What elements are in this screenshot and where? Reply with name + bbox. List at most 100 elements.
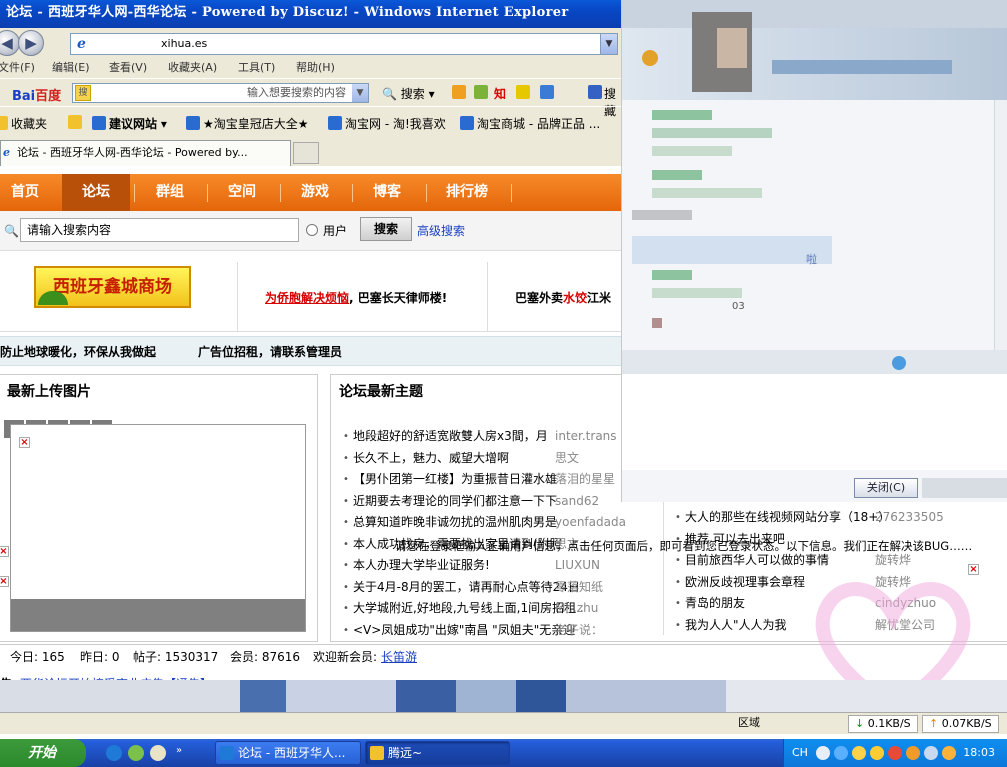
dumpling-ad[interactable]: 巴塞外卖水饺江米 (515, 289, 611, 306)
nav-space[interactable]: 空间 (228, 174, 256, 211)
list-item[interactable]: 关于4月-8月的罢工，请再耐心点等待24日零落知纸 (343, 577, 633, 599)
taskbar-ie-window[interactable]: 论坛 - 西班牙华人... (215, 741, 361, 765)
toolbar-shield-icon[interactable] (540, 85, 554, 99)
list-item[interactable]: 长久不上，魅力、威望大增啊思文 (343, 448, 633, 470)
popup-close-button[interactable]: 关闭(C) (854, 478, 918, 498)
favorites-item-taobao-crown[interactable]: ★淘宝皇冠店大全★ (186, 115, 309, 132)
nav-groups[interactable]: 群组 (156, 174, 184, 211)
baidu-search-placeholder: 输入想要搜索的内容 (247, 86, 346, 99)
toolbar-image-icon[interactable] (474, 85, 488, 99)
desktop-quicklaunch-icon[interactable] (150, 745, 166, 761)
toolbar-know-icon[interactable]: 知 (494, 85, 506, 102)
baidu-search-input[interactable]: 搜 输入想要搜索的内容 ▼ (72, 83, 369, 103)
taskbar-qq-window[interactable]: 腾远~ (365, 741, 510, 765)
pixelated-area (0, 680, 1007, 714)
latest-threads-title: 论坛最新主题 (339, 384, 423, 400)
tray-alert-icon[interactable] (942, 746, 956, 760)
baidu-logo[interactable]: Bai百度 (12, 85, 61, 104)
tray-qq-icon[interactable] (852, 746, 866, 760)
notice-left[interactable]: 防止地球暖化，环保从我做起 (0, 337, 156, 367)
media-quicklaunch-icon[interactable] (128, 745, 144, 761)
stats-newmember-label: 欢迎新会员: (313, 650, 378, 664)
taskbar: 开始 » 论坛 - 西班牙华人... 腾远~ CH 18:03 (0, 739, 1007, 767)
forward-button[interactable]: ▶ (18, 30, 44, 56)
ie-page-icon (460, 116, 474, 130)
baidu-search-type-icon[interactable]: 搜 (75, 85, 91, 101)
favorites-item-tmall[interactable]: 淘宝商城 - 品牌正品 ... (460, 115, 600, 132)
nav-blog[interactable]: 博客 (373, 174, 401, 211)
baidu-search-button[interactable]: 🔍 搜索 ▾ (382, 85, 435, 102)
tray-app-icon[interactable] (906, 746, 920, 760)
list-item[interactable]: 大学城附近,好地段,九号线上面,1间房招租..Mr..zhu (343, 598, 633, 620)
baidu-toolbar: Bai百度 搜 输入想要搜索的内容 ▼ 🔍 搜索 ▾ 知 搜藏 (0, 78, 625, 118)
latest-photos-title: 最新上传图片 (7, 384, 91, 400)
qq-avatar-icon (642, 50, 658, 66)
popup-scrollbar[interactable] (994, 100, 1007, 350)
nav-games[interactable]: 游戏 (301, 174, 329, 211)
ie-quicklaunch-icon[interactable] (106, 745, 122, 761)
menu-tools[interactable]: 工具(T) (238, 58, 275, 78)
favorites-add-icon[interactable] (68, 115, 85, 130)
tray-back-icon[interactable] (834, 746, 848, 760)
list-item[interactable]: 总算知道昨晚非诚勿扰的温州肌肉男是yoenfadada (343, 512, 633, 534)
list-item[interactable]: 地段超好的舒适宽敞雙人房x3間，月inter.trans (343, 426, 633, 448)
tray-network-icon[interactable] (924, 746, 938, 760)
chat-popup[interactable]: 啦 03 关闭(C) (621, 0, 1007, 502)
nav-home[interactable]: 首页 (11, 174, 39, 211)
menu-help[interactable]: 帮助(H) (296, 58, 335, 78)
advanced-search-link[interactable]: 高级搜索 (417, 222, 465, 239)
folder-icon (370, 746, 384, 760)
input-lang[interactable]: CH (792, 746, 808, 759)
popup-text-1: 啦 (806, 253, 817, 266)
list-item[interactable]: 【男仆团第一红楼】为重振昔日灌水雄落泪的星星 (343, 469, 633, 491)
broken-image-icon: × (0, 546, 9, 557)
tray-clock[interactable]: 18:03 (963, 746, 995, 759)
ie-icon (220, 746, 234, 760)
lawyer-ad[interactable]: 为侨胞解决烦恼, 巴塞长天律师楼! (265, 289, 447, 306)
login-overlay-message: 请您在登录框输入正确用户信息，点击任何页面后，即可看到您已登录状态。以下信息。我… (395, 539, 973, 553)
user-radio[interactable] (306, 224, 318, 236)
notice-right[interactable]: 广告位招租，请联系管理员 (198, 337, 342, 367)
tray-keyboard-icon[interactable] (816, 746, 830, 760)
tray-qq3-icon[interactable] (888, 746, 902, 760)
list-item[interactable]: 近期要去考理论的同学们都注意一下下sand62 (343, 491, 633, 513)
forward-arrow-icon: ▶ (25, 34, 37, 52)
new-tab-button[interactable] (293, 142, 319, 164)
back-button[interactable]: ◀ (0, 30, 20, 56)
download-speed: ↓ 0.1KB/S (848, 715, 918, 733)
stats-newmember[interactable]: 长笛游 (381, 645, 417, 669)
menu-file[interactable]: 文件(F) (0, 58, 35, 78)
list-item[interactable]: 大人的那些在线视频网站分享（18+）276233505 (675, 507, 1005, 529)
forum-search-button[interactable]: 搜索 (360, 217, 412, 241)
stats-members: 会员: 87616 (230, 650, 301, 664)
list-item[interactable]: <V>凤姐成功"出嫁"南昌 "凤姐夫"无亲迎老子说： (343, 620, 633, 642)
toolbar-book-icon[interactable] (588, 85, 602, 99)
address-dropdown-icon[interactable]: ▼ (600, 34, 617, 54)
nav-forum[interactable]: 论坛 (62, 174, 130, 211)
favorites-star-icon (0, 116, 8, 130)
mall-banner[interactable]: 西班牙鑫城商场 (34, 266, 191, 308)
favorites-button[interactable]: 收藏夹 (0, 115, 47, 132)
list-item[interactable]: 本人办理大学毕业证服务!LIUXUN (343, 555, 633, 577)
favorites-item-taobao[interactable]: 淘宝网 - 淘!我喜欢 (328, 115, 446, 132)
stats-yesterday: 昨日: 0 (80, 650, 120, 664)
menu-edit[interactable]: 编辑(E) (52, 58, 90, 78)
favorites-item-suggested[interactable]: 建议网站 ▾ (92, 115, 167, 132)
forum-search-input[interactable]: 请输入搜索内容 (20, 218, 299, 242)
system-tray: CH 18:03 (783, 739, 1007, 767)
start-button[interactable]: 开始 (0, 739, 86, 767)
baidu-search-dropdown-icon[interactable]: ▼ (352, 84, 368, 102)
broken-image-icon: × (0, 576, 9, 587)
nav-ranking[interactable]: 排行榜 (446, 174, 488, 211)
tray-qq2-icon[interactable] (870, 746, 884, 760)
menu-view[interactable]: 查看(V) (109, 58, 147, 78)
address-bar-row: ◀ ▶ e xihua.es ▼ (0, 28, 625, 58)
photo-frame[interactable]: × (10, 424, 306, 632)
browser-tab[interactable]: 论坛 - 西班牙华人网-西华论坛 - Powered by... (0, 140, 291, 166)
toolbar-tool-icon[interactable] (452, 85, 466, 99)
address-field[interactable]: e xihua.es ▼ (70, 33, 618, 55)
ie-page-icon (186, 116, 200, 130)
menu-favorites[interactable]: 收藏夹(A) (168, 58, 217, 78)
quicklaunch-more-icon[interactable]: » (176, 745, 182, 756)
toolbar-star-icon[interactable] (516, 85, 530, 99)
